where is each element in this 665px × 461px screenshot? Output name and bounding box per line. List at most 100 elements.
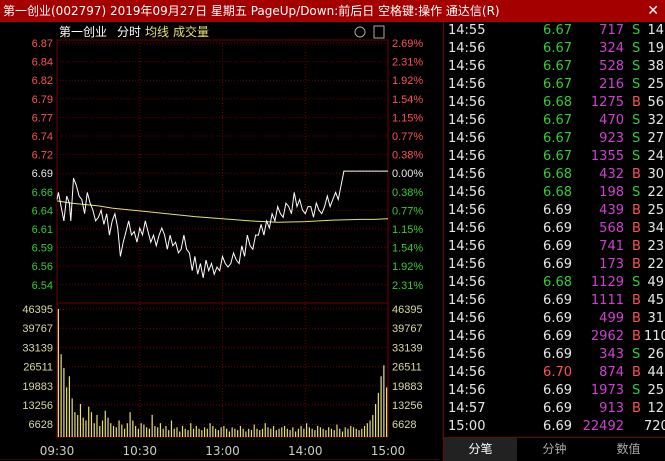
tick-row: 14:56 6.69 741 B 23 bbox=[444, 238, 665, 256]
tick-side: B bbox=[632, 311, 641, 326]
title-bar: 第一创业(002797) 2019年09月27日 星期五 PageUp/Down… bbox=[0, 0, 665, 22]
tick-row: 14:56 6.68 198 S 22 bbox=[444, 184, 665, 202]
tick-side: B bbox=[632, 203, 641, 218]
tick-volume: 173 bbox=[599, 257, 624, 272]
volume-tick-label: 19883 bbox=[22, 381, 53, 393]
settings-icon[interactable] bbox=[373, 25, 385, 39]
tick-volume: 874 bbox=[599, 365, 624, 380]
tick-count: 24 bbox=[647, 149, 664, 164]
tick-time: 14:56 bbox=[448, 113, 486, 128]
tick-time: 14:56 bbox=[448, 149, 486, 164]
tick-time: 14:56 bbox=[448, 59, 486, 74]
tick-side: S bbox=[632, 275, 641, 290]
tick-time: 14:56 bbox=[448, 239, 486, 254]
volume-tick-label: 13256 bbox=[22, 400, 53, 412]
tick-side: S bbox=[632, 185, 641, 200]
tick-time: 14:56 bbox=[448, 329, 486, 344]
tab-minutes[interactable]: 分钟 bbox=[518, 438, 591, 461]
time-label: 09:30 bbox=[40, 444, 75, 458]
volume-tick-label-right: 6628 bbox=[392, 419, 416, 431]
price-tick-label: 6.54 bbox=[32, 280, 53, 292]
tick-volume: 923 bbox=[599, 131, 624, 146]
tick-volume: 499 bbox=[599, 311, 624, 326]
tick-time: 14:56 bbox=[448, 383, 486, 398]
tick-time: 14:56 bbox=[448, 293, 486, 308]
tick-row: 14:56 6.70 874 B 44 bbox=[444, 364, 665, 382]
tick-row: 14:56 6.67 923 S 27 bbox=[444, 130, 665, 148]
tick-price: 6.70 bbox=[543, 365, 572, 380]
tick-time: 14:56 bbox=[448, 257, 486, 272]
tick-time: 14:56 bbox=[448, 365, 486, 380]
period-label: 分时 bbox=[117, 25, 141, 39]
stock-name-label: 第一创业 bbox=[59, 25, 107, 39]
tab-ticks[interactable]: 分笔 bbox=[444, 438, 517, 461]
tick-volume: 439 bbox=[599, 203, 624, 218]
volume-tick-label-right: 26511 bbox=[392, 362, 422, 374]
price-tick-label: 6.56 bbox=[32, 261, 53, 273]
tick-volume: 1973 bbox=[590, 383, 624, 398]
tick-count: 27 bbox=[647, 131, 664, 146]
volume-tick-label: 39767 bbox=[22, 323, 53, 335]
tick-volume: 324 bbox=[599, 41, 624, 56]
tick-price: 6.67 bbox=[543, 59, 572, 74]
pct-tick-label: 1.54% bbox=[392, 243, 423, 255]
tick-price: 6.67 bbox=[543, 41, 572, 56]
tick-side: B bbox=[632, 293, 641, 308]
intraday-chart[interactable]: 6.87 2.69% 6.84 2.31% 6.82 1.92% 6.79 1.54% 6.77… bbox=[0, 22, 440, 460]
tick-volume: 1355 bbox=[590, 149, 624, 164]
tick-side: S bbox=[632, 77, 641, 92]
price-tick-label: 6.72 bbox=[32, 150, 53, 162]
tick-list: 14:55 6.67 717 S 14 14:56 6.67 324 S 19 14:56 6.67 5… bbox=[443, 22, 665, 437]
tick-count: 56 bbox=[647, 95, 664, 110]
pct-tick-label: 2.69% bbox=[392, 38, 423, 50]
tick-row: 14:56 6.69 2962 B 110 bbox=[444, 328, 665, 346]
tick-side: S bbox=[632, 149, 641, 164]
tick-side: S bbox=[632, 383, 641, 398]
tick-row: 14:56 6.69 499 B 31 bbox=[444, 310, 665, 328]
tick-volume: 1275 bbox=[590, 95, 624, 110]
tick-side: S bbox=[632, 23, 641, 38]
tick-count: 31 bbox=[647, 311, 664, 326]
tick-price: 6.67 bbox=[543, 23, 572, 38]
tick-price: 6.67 bbox=[543, 149, 572, 164]
tab-values[interactable]: 数值 bbox=[592, 438, 665, 461]
tick-count: 22 bbox=[647, 257, 664, 272]
tick-time: 14:56 bbox=[448, 221, 486, 236]
tick-count: 14 bbox=[647, 23, 664, 38]
tick-time: 14:56 bbox=[448, 347, 486, 362]
tick-price: 6.69 bbox=[543, 257, 572, 272]
price-tick-label: 6.61 bbox=[32, 224, 53, 236]
tick-volume: 1129 bbox=[590, 275, 624, 290]
tick-count: 720 bbox=[644, 419, 665, 434]
tick-volume: 198 bbox=[599, 185, 624, 200]
tick-volume: 470 bbox=[599, 113, 624, 128]
tick-row: 14:56 6.69 439 B 25 bbox=[444, 202, 665, 220]
tick-side: B bbox=[632, 95, 641, 110]
tick-row: 14:55 6.67 717 S 14 bbox=[444, 22, 665, 40]
tick-price: 6.68 bbox=[543, 167, 572, 182]
zoom-icon[interactable] bbox=[354, 26, 366, 38]
tick-count: 12 bbox=[647, 401, 664, 416]
tick-side: B bbox=[632, 365, 641, 380]
tick-volume: 741 bbox=[599, 239, 624, 254]
tick-side: B bbox=[632, 401, 641, 416]
volume-tick-label: 46395 bbox=[22, 304, 53, 316]
time-label: 10:30 bbox=[122, 444, 157, 458]
tick-side: B bbox=[632, 239, 641, 254]
tick-time: 14:56 bbox=[448, 185, 486, 200]
tick-row: 14:56 6.69 343 S 26 bbox=[444, 346, 665, 364]
tick-side: B bbox=[632, 167, 641, 182]
tick-time: 14:55 bbox=[448, 23, 486, 38]
volume-tick-label-right: 13256 bbox=[392, 400, 423, 412]
tick-side: S bbox=[632, 113, 641, 128]
tick-count: 44 bbox=[647, 365, 664, 380]
tick-price: 6.68 bbox=[543, 275, 572, 290]
tick-price: 6.67 bbox=[543, 131, 572, 146]
price-tick-label: 6.59 bbox=[32, 243, 53, 255]
tick-count: 22 bbox=[647, 185, 664, 200]
tick-price: 6.68 bbox=[543, 95, 572, 110]
tick-count: 110 bbox=[644, 329, 665, 344]
close-icon[interactable]: ✕ bbox=[647, 0, 659, 22]
window-title: 第一创业(002797) 2019年09月27日 星期五 PageUp/Down… bbox=[3, 4, 500, 18]
tick-row: 14:56 6.69 568 B 34 bbox=[444, 220, 665, 238]
